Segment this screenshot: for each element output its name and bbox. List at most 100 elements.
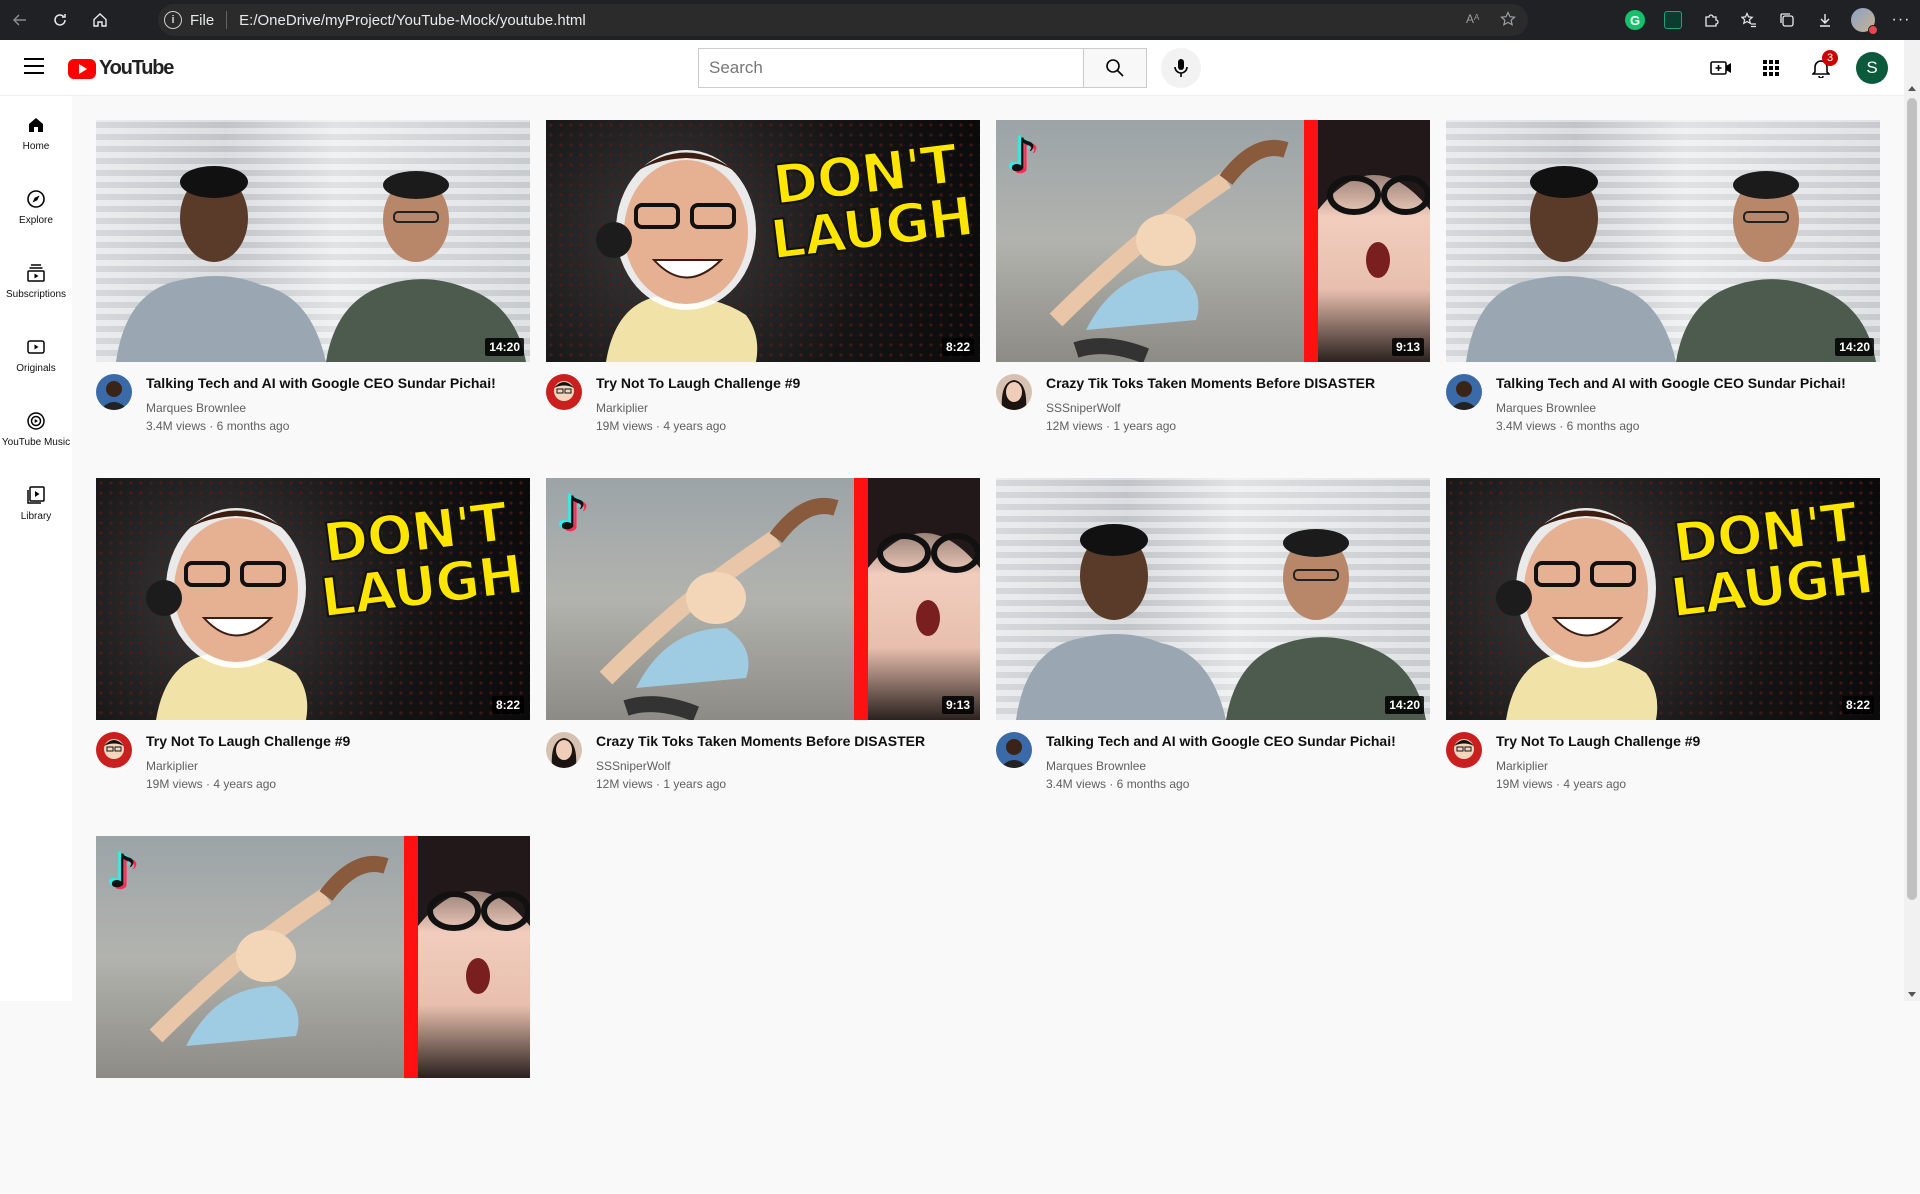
channel-name[interactable]: Markiplier	[146, 759, 350, 773]
search-button[interactable]	[1083, 48, 1147, 88]
video-thumbnail[interactable]: DON'T LAUGH 8:22	[1446, 478, 1880, 720]
channel-avatar[interactable]	[546, 732, 582, 768]
library-icon	[27, 485, 45, 504]
sidebar-item-explore[interactable]: Explore	[0, 170, 72, 244]
channel-name[interactable]: Marques Brownlee	[1046, 759, 1396, 773]
tiktok-logo-icon: ♪	[558, 486, 588, 540]
video-title[interactable]: Talking Tech and AI with Google CEO Sund…	[1496, 374, 1846, 392]
downloads-button[interactable]	[1806, 0, 1844, 40]
video-thumbnail[interactable]: DON'T LAUGH 8:22	[546, 120, 980, 362]
reload-button[interactable]	[40, 0, 80, 40]
channel-avatar[interactable]	[996, 732, 1032, 768]
video-card[interactable]: 14:20 Talking Tech and AI with Google CE…	[996, 478, 1430, 836]
back-arrow-icon	[12, 14, 26, 26]
grammarly-extension[interactable]: G	[1616, 0, 1654, 40]
notifications-button[interactable]: 3	[1796, 40, 1846, 96]
info-icon[interactable]: i	[164, 11, 182, 29]
sidebar-item-originals[interactable]: Originals	[0, 318, 72, 392]
back-button[interactable]	[0, 0, 40, 40]
video-card[interactable]: DON'T LAUGH 8:22 Try Not To Laugh Challe…	[96, 478, 530, 836]
video-thumbnail[interactable]: 14:20	[96, 120, 530, 362]
profile-button[interactable]	[1844, 0, 1882, 40]
video-title[interactable]: Try Not To Laugh Challenge #9	[1496, 732, 1700, 750]
video-duration: 14:20	[1385, 696, 1424, 714]
collections-button[interactable]	[1768, 0, 1806, 40]
video-thumbnail[interactable]: DON'T LAUGH 8:22	[96, 478, 530, 720]
video-thumbnail[interactable]: ♪ 9:13	[546, 478, 980, 720]
video-title[interactable]: Try Not To Laugh Challenge #9	[596, 374, 800, 392]
video-card[interactable]: ♪ 9:13 Crazy Tik Toks Taken Moments Befo…	[996, 120, 1430, 478]
channel-name[interactable]: Marques Brownlee	[1496, 401, 1846, 415]
apps-button[interactable]	[1746, 40, 1796, 96]
video-thumbnail[interactable]: 14:20	[1446, 120, 1880, 362]
video-card[interactable]: ♪	[96, 836, 530, 1194]
video-stats: 12M views · 1 years ago	[1046, 419, 1177, 433]
more-menu-button[interactable]: ···	[1882, 0, 1920, 40]
video-thumbnail[interactable]: ♪ 9:13	[996, 120, 1430, 362]
user-avatar[interactable]: S	[1856, 52, 1888, 84]
voice-search-button[interactable]	[1161, 48, 1201, 88]
channel-name[interactable]: Markiplier	[1496, 759, 1700, 773]
video-card[interactable]: 14:20 Talking Tech and AI with Google CE…	[1446, 120, 1880, 478]
thumbnail-stripe	[404, 836, 418, 1078]
sidebar-label-home: Home	[22, 140, 50, 152]
channel-name[interactable]: Marques Brownlee	[146, 401, 496, 415]
channel-avatar[interactable]	[546, 374, 582, 410]
video-title[interactable]: Talking Tech and AI with Google CEO Sund…	[146, 374, 496, 392]
channel-avatar[interactable]	[96, 732, 132, 768]
url-text[interactable]: E:/OneDrive/myProject/YouTube-Mock/youtu…	[239, 12, 586, 29]
address-divider	[226, 11, 228, 29]
home-button[interactable]	[80, 0, 120, 40]
video-stats: 19M views · 4 years ago	[596, 419, 727, 433]
page-scrollbar[interactable]	[1904, 40, 1920, 1001]
channel-avatar[interactable]	[996, 374, 1032, 410]
sidebar-item-library[interactable]: Library	[0, 466, 72, 540]
scroll-up-icon[interactable]	[1908, 86, 1916, 91]
video-card[interactable]: 14:20 Talking Tech and AI with Google CE…	[96, 120, 530, 478]
scrollbar-thumb[interactable]	[1907, 98, 1917, 900]
favorites-button[interactable]	[1730, 0, 1768, 40]
tiktok-logo-icon: ♪	[1008, 128, 1038, 182]
channel-name[interactable]: SSSniperWolf	[596, 759, 925, 773]
video-title[interactable]: Crazy Tik Toks Taken Moments Before DISA…	[596, 732, 925, 750]
video-title[interactable]: Crazy Tik Toks Taken Moments Before DISA…	[1046, 374, 1375, 392]
video-meta: Try Not To Laugh Challenge #9 Markiplier…	[96, 720, 530, 791]
video-duration: 14:20	[1835, 338, 1874, 356]
search-input[interactable]	[698, 48, 1083, 88]
sidebar-label-originals: Originals	[16, 362, 56, 374]
thumbnail-caption: DON'T LAUGH	[316, 489, 527, 631]
dark-extension[interactable]	[1654, 0, 1692, 40]
video-card[interactable]: ♪ 9:13 Crazy Tik Toks Taken Moments Befo…	[546, 478, 980, 836]
grammarly-icon: G	[1625, 10, 1645, 30]
sidebar-item-youtube-music[interactable]: YouTube Music	[0, 392, 72, 466]
svg-text:A: A	[1474, 13, 1480, 22]
browser-extensions: G ···	[1616, 0, 1920, 40]
address-bar[interactable]: i File E:/OneDrive/myProject/YouTube-Moc…	[158, 4, 1528, 36]
thumbnail-stripe	[1304, 120, 1318, 362]
read-aloud-icon[interactable]: AA	[1466, 11, 1482, 30]
video-card[interactable]: DON'T LAUGH 8:22 Try Not To Laugh Challe…	[1446, 478, 1880, 836]
youtube-logo[interactable]: YouTube	[68, 57, 174, 80]
video-duration: 14:20	[485, 338, 524, 356]
channel-name[interactable]: Markiplier	[596, 401, 800, 415]
video-thumbnail[interactable]: ♪	[96, 836, 530, 1078]
video-thumbnail[interactable]: 14:20	[996, 478, 1430, 720]
video-card[interactable]: DON'T LAUGH 8:22 Try Not To Laugh Challe…	[546, 120, 980, 478]
create-button[interactable]	[1696, 40, 1746, 96]
sidebar-item-subscriptions[interactable]: Subscriptions	[0, 244, 72, 318]
thumbnail-caption: DON'T LAUGH	[1666, 489, 1877, 631]
favorite-star-icon[interactable]	[1500, 10, 1516, 30]
video-title[interactable]: Try Not To Laugh Challenge #9	[146, 732, 350, 750]
menu-icon[interactable]	[24, 58, 44, 74]
channel-avatar[interactable]	[1446, 732, 1482, 768]
channel-avatar[interactable]	[96, 374, 132, 410]
profile-avatar	[1851, 8, 1878, 35]
video-meta: Talking Tech and AI with Google CEO Sund…	[96, 362, 530, 433]
scroll-down-icon[interactable]	[1908, 992, 1916, 997]
sidebar-item-home[interactable]: Home	[0, 96, 72, 170]
extensions-button[interactable]	[1692, 0, 1730, 40]
video-duration: 8:22	[941, 338, 974, 356]
channel-name[interactable]: SSSniperWolf	[1046, 401, 1375, 415]
video-title[interactable]: Talking Tech and AI with Google CEO Sund…	[1046, 732, 1396, 750]
channel-avatar[interactable]	[1446, 374, 1482, 410]
